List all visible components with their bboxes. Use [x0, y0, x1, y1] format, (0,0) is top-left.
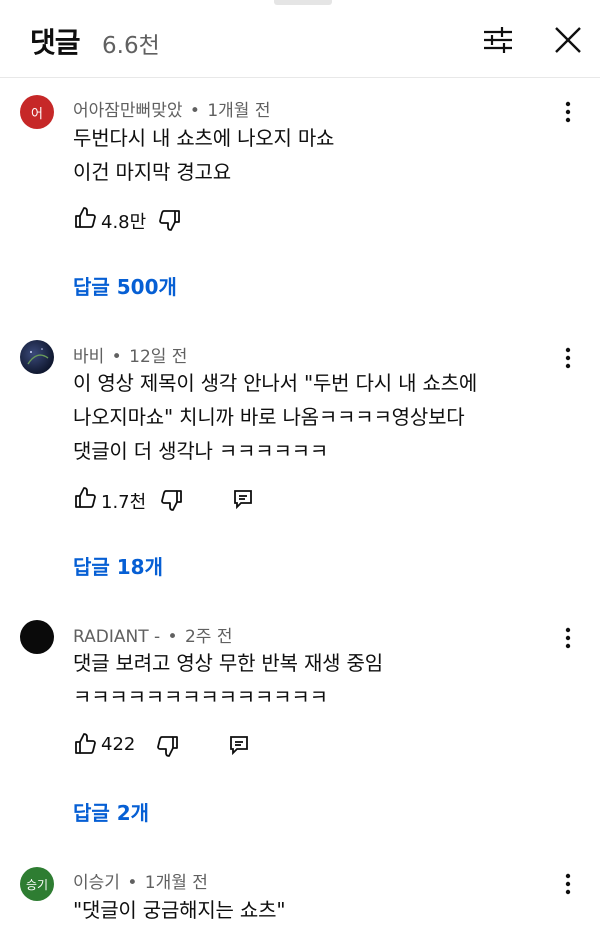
avatar[interactable]: 어: [20, 95, 54, 129]
author-name[interactable]: 바비: [73, 347, 104, 367]
comment-time: 1개월 전: [207, 101, 271, 121]
comment-text: 두번다시 내 쇼츠에 나오지 마쇼 이건 마지막 경고요: [73, 126, 335, 184]
view-replies-link[interactable]: 답글 2개: [73, 797, 149, 826]
more-vertical-icon[interactable]: [560, 346, 576, 370]
thumb-down-icon[interactable]: [160, 488, 184, 512]
avatar[interactable]: 승기: [20, 867, 54, 901]
comment-meta: RADIANT - • 2주 전: [73, 627, 233, 647]
comment-time: 2주 전: [184, 627, 233, 647]
avatar-image: [27, 348, 49, 365]
like-count: 422: [101, 734, 136, 755]
author-name[interactable]: 이승기: [73, 873, 120, 893]
thumb-up-icon[interactable]: [73, 486, 97, 510]
comment-time: 1개월 전: [144, 873, 208, 893]
comment-text: 이 영상 제목이 생각 안나서 "두번 다시 내 쇼츠에 나오지마쇼" 치니까 …: [73, 371, 478, 463]
author-name[interactable]: 어아잠만뻐맞았: [73, 101, 182, 121]
reply-icon[interactable]: [228, 734, 250, 756]
page-title: 댓글: [30, 26, 81, 59]
comment-meta: 어아잠만뻐맞았 • 1개월 전: [73, 101, 271, 121]
view-replies-link[interactable]: 답글 500개: [73, 271, 177, 300]
avatar[interactable]: [20, 620, 54, 654]
comments-header: 댓글 6.6천: [0, 0, 600, 78]
comment-text: 댓글 보려고 영상 무한 반복 재생 중임 ㅋㅋㅋㅋㅋㅋㅋㅋㅋㅋㅋㅋㅋㅋ: [73, 651, 383, 709]
more-vertical-icon[interactable]: [560, 872, 576, 896]
comment-meta: 이승기 • 1개월 전: [73, 873, 208, 893]
reply-icon[interactable]: [232, 488, 254, 510]
avatar[interactable]: [20, 340, 54, 374]
avatar-letter: 승기: [25, 877, 49, 892]
like-count: 1.7천: [101, 492, 147, 513]
like-count: 4.8만: [101, 212, 147, 233]
thumb-up-icon[interactable]: [73, 732, 97, 756]
close-icon[interactable]: [553, 25, 583, 55]
comment-count: 6.6천: [102, 33, 160, 59]
view-replies-link[interactable]: 답글 18개: [73, 551, 163, 580]
more-vertical-icon[interactable]: [560, 626, 576, 650]
thumb-down-icon[interactable]: [156, 734, 180, 758]
sliders-icon[interactable]: [482, 26, 514, 54]
thumb-down-icon[interactable]: [158, 208, 182, 232]
author-name[interactable]: RADIANT -: [73, 627, 160, 647]
comment-time: 12일 전: [129, 347, 188, 367]
more-vertical-icon[interactable]: [560, 100, 576, 124]
avatar-letter: 어: [31, 106, 43, 122]
comment-text: "댓글이 궁금해지는 쇼츠": [73, 898, 286, 922]
thumb-up-icon[interactable]: [73, 206, 97, 230]
comment-meta: 바비 • 12일 전: [73, 347, 188, 367]
